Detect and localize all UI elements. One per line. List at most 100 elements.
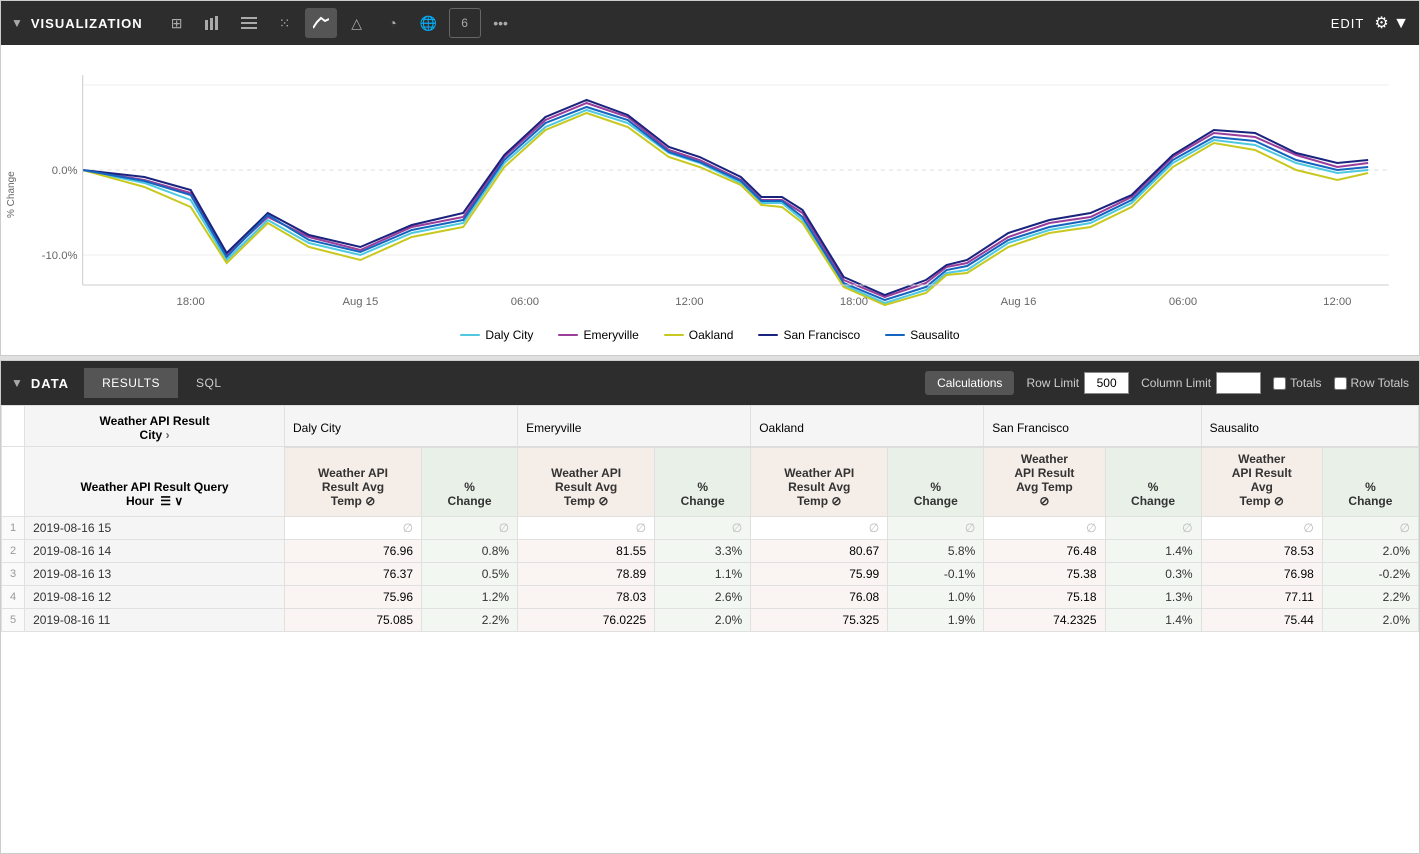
column-limit-group: Column Limit xyxy=(1141,372,1261,394)
row1-sf-avg: ∅ xyxy=(984,516,1105,539)
area-chart-icon[interactable]: △ xyxy=(341,8,373,38)
oak-avg-eye-icon[interactable]: ⊘ xyxy=(831,494,841,508)
row-num-4: 4 xyxy=(2,585,25,608)
emery-avg-eye-icon[interactable]: ⊘ xyxy=(598,494,608,508)
list-view-icon[interactable] xyxy=(233,8,265,38)
row2-emery-avg: 81.55 xyxy=(518,539,655,562)
svg-text:Aug 15: Aug 15 xyxy=(342,296,378,308)
table-container: Weather API Result City › Daly City Emer… xyxy=(1,405,1419,853)
table-body: 1 2019-08-16 15 ∅ ∅ ∅ ∅ ∅ ∅ ∅ ∅ ∅ ∅ xyxy=(2,516,1419,631)
row-date-1: 2019-08-16 15 xyxy=(25,516,285,539)
legend-label-daly: Daly City xyxy=(485,328,533,342)
row4-emery-avg: 78.03 xyxy=(518,585,655,608)
row-date-3: 2019-08-16 13 xyxy=(25,562,285,585)
daly-avg-eye-icon[interactable]: ⊘ xyxy=(365,494,375,508)
row1-daly-pct: ∅ xyxy=(422,516,518,539)
row2-saus-pct: 2.0% xyxy=(1322,539,1418,562)
row1-saus-pct: ∅ xyxy=(1322,516,1418,539)
column-limit-input[interactable] xyxy=(1216,372,1261,394)
data-title: DATA xyxy=(31,376,69,391)
legend-daly-city: Daly City xyxy=(460,328,533,342)
svg-text:06:00: 06:00 xyxy=(511,296,539,308)
chevron-down-icon: ▼ xyxy=(11,16,23,30)
row2-emery-pct: 3.3% xyxy=(655,539,751,562)
th-query-hour: Weather API Result Query Hour ☰ ∨ xyxy=(25,447,285,517)
tab-sql[interactable]: SQL xyxy=(178,368,240,398)
th-daly-city: Daly City xyxy=(285,406,518,447)
row-date-5: 2019-08-16 11 xyxy=(25,608,285,631)
th-saus-pct: %Change xyxy=(1322,447,1418,517)
row5-oak-pct: 1.9% xyxy=(888,608,984,631)
edit-button[interactable]: EDIT xyxy=(1331,16,1365,31)
row1-oak-pct: ∅ xyxy=(888,516,984,539)
chart-legend: Daly City Emeryville Oakland San Francis… xyxy=(21,320,1399,350)
totals-checkbox[interactable] xyxy=(1273,377,1286,390)
calculations-button[interactable]: Calculations xyxy=(925,371,1014,395)
main-container: ▼ VISUALIZATION ⊞ ⁙ △ xyxy=(0,0,1420,854)
row-limit-input[interactable] xyxy=(1084,372,1129,394)
sort-icon[interactable]: ☰ xyxy=(160,494,171,508)
legend-label-saus: Sausalito xyxy=(910,328,959,342)
row2-daly-pct: 0.8% xyxy=(422,539,518,562)
line-chart-icon[interactable] xyxy=(305,8,337,38)
six-icon[interactable]: 6 xyxy=(449,8,481,38)
svg-text:18:00: 18:00 xyxy=(840,296,868,308)
row5-sf-avg: 74.2325 xyxy=(984,608,1105,631)
th-oak-pct: %Change xyxy=(888,447,984,517)
data-header: ▼ DATA RESULTS SQL Calculations Row Limi… xyxy=(1,361,1419,405)
row5-saus-avg: 75.44 xyxy=(1201,608,1322,631)
row1-emery-avg: ∅ xyxy=(518,516,655,539)
table-view-icon[interactable]: ⊞ xyxy=(161,8,193,38)
legend-line-emery xyxy=(558,334,578,336)
svg-text:Aug 16: Aug 16 xyxy=(1001,296,1037,308)
row4-daly-avg: 75.96 xyxy=(285,585,422,608)
row3-daly-avg: 76.37 xyxy=(285,562,422,585)
sort-direction-icon[interactable]: ∨ xyxy=(174,494,183,508)
row3-emery-avg: 78.89 xyxy=(518,562,655,585)
viz-icons: ⊞ ⁙ △ ◔ 🌐 xyxy=(161,8,1323,38)
map-icon[interactable]: 🌐 xyxy=(413,8,445,38)
row-totals-label: Row Totals xyxy=(1351,376,1409,390)
legend-sausalito: Sausalito xyxy=(885,328,959,342)
row-num-5: 5 xyxy=(2,608,25,631)
row-limit-group: Row Limit xyxy=(1026,372,1129,394)
column-limit-label: Column Limit xyxy=(1141,376,1211,390)
row4-saus-avg: 77.11 xyxy=(1201,585,1322,608)
row3-sf-avg: 75.38 xyxy=(984,562,1105,585)
svg-text:-10.0%: -10.0% xyxy=(42,250,78,262)
pie-chart-icon[interactable]: ◔ xyxy=(377,8,409,38)
row5-oak-avg: 75.325 xyxy=(751,608,888,631)
table-row: 2 2019-08-16 14 76.96 0.8% 81.55 3.3% 80… xyxy=(2,539,1419,562)
row-num-1: 1 xyxy=(2,516,25,539)
row-num-2: 2 xyxy=(2,539,25,562)
th-daly-pct: %Change xyxy=(422,447,518,517)
saus-avg-eye-icon[interactable]: ⊘ xyxy=(1274,494,1284,508)
viz-header: ▼ VISUALIZATION ⊞ ⁙ △ xyxy=(1,1,1419,45)
row2-oak-avg: 80.67 xyxy=(751,539,888,562)
data-panel: ▼ DATA RESULTS SQL Calculations Row Limi… xyxy=(0,360,1420,854)
row3-saus-pct: -0.2% xyxy=(1322,562,1418,585)
scatter-plot-icon[interactable]: ⁙ xyxy=(269,8,301,38)
row2-saus-avg: 78.53 xyxy=(1201,539,1322,562)
bar-chart-icon[interactable] xyxy=(197,8,229,38)
legend-line-saus xyxy=(885,334,905,336)
gear-icon[interactable]: ⚙ ▼ xyxy=(1374,13,1409,33)
chevron-right-icon: › xyxy=(166,428,170,442)
row-date-2: 2019-08-16 14 xyxy=(25,539,285,562)
th-emery-pct: %Change xyxy=(655,447,751,517)
table-row: 1 2019-08-16 15 ∅ ∅ ∅ ∅ ∅ ∅ ∅ ∅ ∅ ∅ xyxy=(2,516,1419,539)
line-chart-svg: 0.0% -10.0% 18:00 Aug 15 06:00 12:00 18:… xyxy=(21,55,1399,315)
th-oakland: Oakland xyxy=(751,406,984,447)
tab-results[interactable]: RESULTS xyxy=(84,368,178,398)
row-num-3: 3 xyxy=(2,562,25,585)
row-totals-group: Row Totals xyxy=(1334,376,1409,390)
row1-saus-avg: ∅ xyxy=(1201,516,1322,539)
row-totals-checkbox[interactable] xyxy=(1334,377,1347,390)
row-limit-label: Row Limit xyxy=(1026,376,1079,390)
more-options-icon[interactable]: ••• xyxy=(485,8,517,38)
sf-avg-eye-icon[interactable]: ⊘ xyxy=(1039,494,1049,508)
header-row-cities: Weather API Result City › Daly City Emer… xyxy=(2,406,1419,447)
table-row: 4 2019-08-16 12 75.96 1.2% 78.03 2.6% 76… xyxy=(2,585,1419,608)
th-row-num-2 xyxy=(2,447,25,517)
row4-sf-avg: 75.18 xyxy=(984,585,1105,608)
